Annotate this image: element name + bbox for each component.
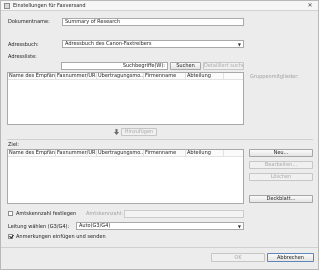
document-name-label: Dokumentname:	[8, 19, 50, 25]
outside-line-label: Amtskennzahl festlegen	[16, 211, 77, 217]
column-fax-number[interactable]: Faxnummer/URI	[56, 73, 97, 80]
column-transmission-mode[interactable]: Übertragungsmo...	[97, 73, 144, 80]
column-department[interactable]: Abteilung	[186, 150, 224, 157]
line-select-label: Leitung wählen (G3/G4):	[8, 224, 70, 230]
address-book-select[interactable]: Adressbuch des Canon-Faxtreibers ▼	[62, 40, 244, 48]
address-list-header: Name des Empfän... Faxnummer/URI Übertra…	[8, 73, 243, 80]
window-title: Einstellungen für Faxversand	[13, 3, 86, 9]
section-divider	[7, 139, 313, 140]
delete-button[interactable]: Löschen	[249, 173, 313, 181]
address-book-value: Adressbuch des Canon-Faxtreibers	[65, 41, 152, 47]
detail-search-button[interactable]: Detailliert suchen	[203, 62, 244, 70]
line-select[interactable]: Auto(G3/G4) ▼	[76, 222, 244, 230]
cover-sheet-button[interactable]: Deckblatt...	[249, 195, 313, 203]
fax-settings-dialog: Einstellungen für Faxversand ✕ Dokumentn…	[0, 0, 319, 270]
ok-button[interactable]: OK	[211, 253, 265, 262]
column-fax-number[interactable]: Faxnummer/URI	[56, 150, 97, 157]
title-bar: Einstellungen für Faxversand ✕	[1, 1, 318, 11]
group-members-label: Gruppenmitglieder:	[250, 74, 299, 80]
close-button[interactable]: ✕	[306, 2, 314, 9]
document-name-input[interactable]: Summary of Research	[62, 18, 244, 26]
search-button[interactable]: Suchen	[170, 62, 201, 70]
outside-number-input[interactable]	[124, 210, 244, 218]
chevron-down-icon: ▼	[237, 42, 241, 47]
address-list[interactable]: Name des Empfän... Faxnummer/URI Übertra…	[7, 72, 244, 125]
address-list-label: Adressliste:	[8, 54, 37, 60]
destination-list[interactable]: Name des Empfän... Faxnummer/URI Übertra…	[7, 149, 244, 204]
address-book-label: Adressbuch:	[8, 42, 39, 48]
column-transmission-mode[interactable]: Übertragungsmo...	[97, 150, 144, 157]
outside-line-checkbox[interactable]	[8, 211, 13, 216]
edit-button[interactable]: Bearbeiten...	[249, 161, 313, 169]
cancel-button[interactable]: Abbrechen	[267, 253, 314, 262]
annotations-checkbox[interactable]	[8, 234, 13, 239]
column-company[interactable]: Firmenname	[144, 150, 186, 157]
search-input[interactable]: Suchbegriffe(W):	[61, 62, 168, 70]
add-button[interactable]: Hinzufügen	[121, 128, 157, 136]
line-select-value: Auto(G3/G4)	[79, 223, 111, 229]
footer-divider	[1, 247, 318, 248]
chevron-down-icon: ▼	[237, 224, 241, 229]
column-recipient-name[interactable]: Name des Empfän...	[8, 73, 56, 80]
destination-label: Ziel:	[8, 142, 19, 148]
new-button[interactable]: Neu...	[249, 149, 313, 157]
destination-list-header: Name des Empfän... Faxnummer/URI Übertra…	[8, 150, 243, 157]
annotations-label: Anmerkungen einfügen und senden	[16, 234, 106, 240]
column-recipient-name[interactable]: Name des Empfän...	[8, 150, 56, 157]
column-department[interactable]: Abteilung	[186, 73, 224, 80]
arrow-down-icon	[114, 129, 119, 135]
fax-printer-icon	[4, 3, 10, 9]
column-company[interactable]: Firmenname	[144, 73, 186, 80]
outside-number-label: Amtskennzahl:	[86, 211, 123, 217]
